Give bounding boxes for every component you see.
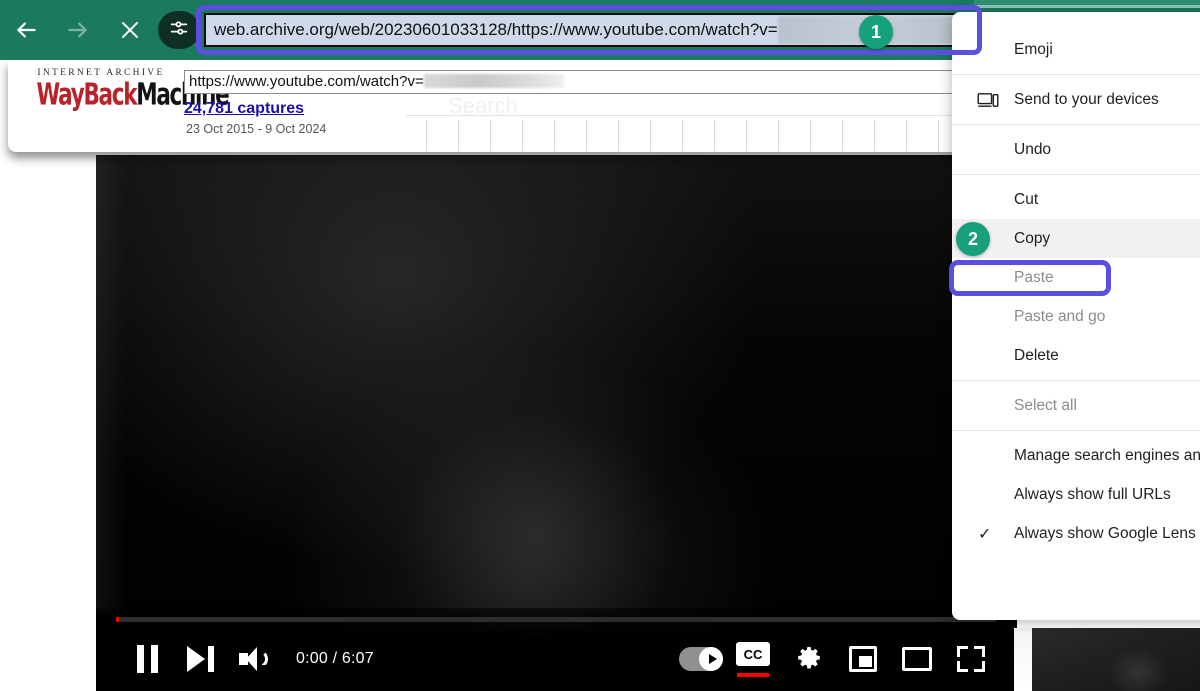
wordmark-wayback: WayBack	[36, 76, 138, 112]
video-player[interactable]: 0:00 / 6:07 CC	[96, 155, 1014, 691]
wayback-captures-link[interactable]: 24,781 captures	[184, 100, 304, 118]
menu-label: Paste and go	[1014, 307, 1106, 325]
menu-item-send-to-your-devices[interactable]: Send to your devices	[952, 80, 1200, 119]
menu-label: Select all	[1014, 396, 1077, 414]
screenshot-root: 0:00 / 6:07 CC INTERNET ARCHIVE WayBackM…	[0, 0, 1200, 691]
theater-icon	[902, 647, 932, 671]
wayback-machine-banner: INTERNET ARCHIVE WayBackMachine https://…	[8, 60, 1048, 152]
progress-track	[116, 617, 996, 622]
menu-label: Paste	[1014, 268, 1054, 286]
fullscreen-button[interactable]	[944, 632, 998, 686]
stop-loading-button[interactable]	[104, 0, 156, 60]
menu-label: Manage search engines an	[1014, 446, 1200, 464]
pause-icon	[136, 645, 158, 673]
menu-item-delete[interactable]: Delete	[952, 336, 1200, 375]
menu-item-manage-search-engines[interactable]: Manage search engines an	[952, 436, 1200, 475]
menu-label: Always show Google Lens	[1014, 524, 1196, 542]
menu-item-emoji[interactable]: Emoji	[952, 30, 1200, 69]
menu-item-always-show-full-urls[interactable]: Always show full URLs	[952, 475, 1200, 514]
menu-top-padding	[952, 12, 1200, 30]
address-bar-text: web.archive.org/web/20230601033128/https…	[214, 20, 778, 39]
player-right-controls: CC	[674, 630, 998, 688]
page-white-gutter	[1014, 628, 1032, 691]
subtitles-cc-button[interactable]: CC	[728, 632, 782, 686]
wayback-url-input[interactable]: https://www.youtube.com/watch?v=	[184, 70, 974, 94]
cc-label: CC	[736, 642, 770, 666]
wayback-date-range: 23 Oct 2015 - 9 Oct 2024	[186, 122, 327, 136]
next-icon	[187, 646, 215, 672]
menu-label: Always show full URLs	[1014, 485, 1171, 503]
menu-separator	[952, 74, 1200, 75]
theater-mode-button[interactable]	[890, 632, 944, 686]
progress-played	[116, 617, 119, 622]
volume-icon	[239, 646, 271, 672]
gear-icon	[795, 645, 823, 673]
tune-sliders-icon	[168, 17, 190, 44]
time-display: 0:00 / 6:07	[296, 650, 374, 667]
step-badge-1: 1	[859, 15, 893, 49]
pause-button[interactable]	[120, 632, 174, 686]
fullscreen-icon	[957, 646, 985, 672]
video-left-edge-glow	[96, 155, 126, 615]
related-video-thumbnail[interactable]	[1032, 628, 1200, 691]
menu-item-cut[interactable]: Cut	[952, 180, 1200, 219]
menu-item-always-show-google-lens[interactable]: ✓ Always show Google Lens	[952, 514, 1200, 553]
menu-label: Emoji	[1014, 40, 1053, 58]
navigation-buttons	[0, 0, 156, 60]
miniplayer-button[interactable]	[836, 632, 890, 686]
volume-button[interactable]	[228, 632, 282, 686]
menu-label: Send to your devices	[1014, 90, 1159, 108]
player-left-controls: 0:00 / 6:07	[120, 630, 374, 688]
menu-label: Copy	[1014, 229, 1051, 247]
devices-icon	[976, 90, 1000, 110]
check-icon: ✓	[978, 525, 992, 543]
forward-button[interactable]	[52, 0, 104, 60]
cc-active-underline	[737, 673, 769, 677]
site-settings-button[interactable]	[158, 11, 200, 49]
control-row: 0:00 / 6:07 CC	[96, 630, 1014, 688]
wayback-logo[interactable]: INTERNET ARCHIVE WayBackMachine	[26, 68, 230, 110]
menu-separator	[952, 124, 1200, 125]
back-button[interactable]	[0, 0, 52, 60]
miniplayer-icon	[849, 646, 877, 672]
player-control-bar: 0:00 / 6:07 CC	[96, 608, 1014, 691]
autoplay-toggle[interactable]	[674, 632, 728, 686]
wayback-url-text: https://www.youtube.com/watch?v=	[189, 73, 424, 90]
menu-label: Delete	[1014, 346, 1059, 364]
progress-bar[interactable]	[116, 617, 996, 622]
menu-separator	[952, 174, 1200, 175]
menu-item-undo[interactable]: Undo	[952, 130, 1200, 169]
menu-item-select-all[interactable]: Select all	[952, 386, 1200, 425]
next-video-button[interactable]	[174, 632, 228, 686]
omnibox-context-menu: Emoji Send to your devices Undo Cut Copy	[952, 12, 1200, 620]
wayback-machine-wordmark: WayBackMachine	[36, 76, 230, 112]
menu-label: Undo	[1014, 140, 1052, 158]
menu-separator	[952, 430, 1200, 431]
step-badge-2: 2	[956, 222, 990, 256]
cc-icon: CC	[736, 642, 774, 677]
settings-button[interactable]	[782, 632, 836, 686]
menu-item-paste[interactable]: Paste	[952, 258, 1200, 297]
menu-separator	[952, 380, 1200, 381]
autoplay-icon	[679, 647, 723, 671]
redacted-video-id	[423, 74, 564, 88]
menu-item-paste-and-go[interactable]: Paste and go	[952, 297, 1200, 336]
menu-label: Cut	[1014, 190, 1039, 208]
